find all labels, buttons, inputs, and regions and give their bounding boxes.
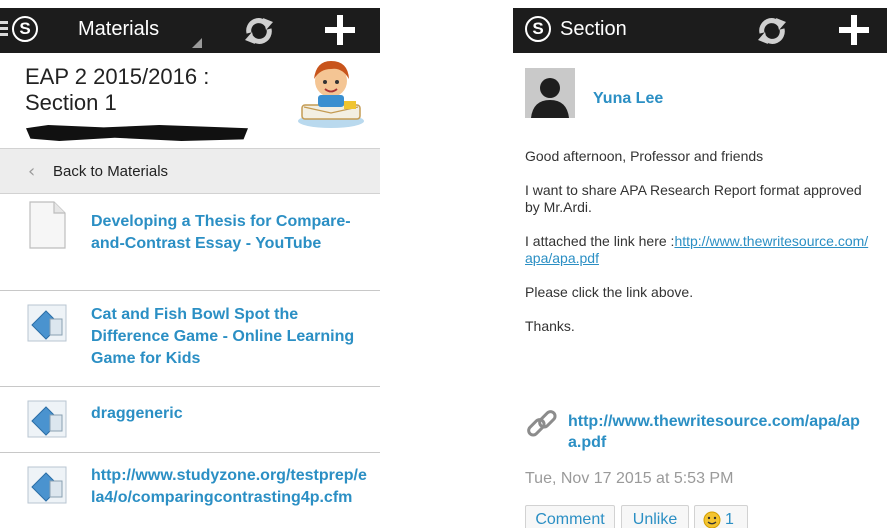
- top-bar: S Section: [513, 8, 887, 53]
- sync-icon[interactable]: [240, 12, 278, 50]
- attachment-link[interactable]: http://www.thewritesource.com/apa/apa.pd…: [568, 411, 873, 453]
- screen-title[interactable]: Materials: [78, 18, 159, 41]
- unlike-button[interactable]: Unlike: [621, 505, 689, 528]
- material-title[interactable]: draggeneric: [91, 403, 371, 425]
- chain-link-icon: [527, 410, 557, 437]
- reading-child-illustration: [298, 61, 364, 128]
- material-title[interactable]: http://www.studyzone.org/testprep/ela4/o…: [91, 465, 371, 509]
- screen-title: Section: [560, 18, 627, 40]
- post-text: I attached the link here :: [525, 233, 675, 249]
- drawer-menu-icon[interactable]: [0, 21, 8, 37]
- back-label: Back to Materials: [53, 163, 169, 180]
- document-icon: [29, 201, 66, 249]
- like-count: 1: [725, 511, 734, 528]
- smile-icon: [703, 511, 721, 528]
- back-to-materials-button[interactable]: ‹ Back to Materials: [0, 148, 380, 194]
- top-bar: S Materials: [0, 8, 380, 53]
- course-header: EAP 2 2015/2016 : Section 1: [0, 53, 380, 148]
- app-logo-icon[interactable]: S: [525, 16, 551, 42]
- post-paragraph: I want to share APA Research Report form…: [525, 182, 862, 215]
- list-item[interactable]: Developing a Thesis for Compare-and-Cont…: [0, 194, 380, 291]
- spinner-caret-icon[interactable]: [192, 38, 202, 48]
- author-name[interactable]: Yuna Lee: [593, 90, 663, 108]
- comment-button[interactable]: Comment: [525, 505, 615, 528]
- course-title: EAP 2 2015/2016 : Section 1: [25, 64, 210, 115]
- list-item[interactable]: draggeneric: [0, 387, 380, 453]
- redacted-text: [26, 125, 248, 141]
- post-paragraph: Please click the link above.: [525, 284, 694, 300]
- app-logo-icon[interactable]: S: [12, 16, 38, 42]
- like-count-button[interactable]: 1: [694, 505, 748, 528]
- web-link-icon: [27, 400, 67, 438]
- web-link-icon: [27, 304, 67, 342]
- add-icon[interactable]: [322, 12, 358, 48]
- post-paragraph: Thanks.: [525, 318, 575, 334]
- material-title[interactable]: Developing a Thesis for Compare-and-Cont…: [91, 211, 371, 255]
- list-item[interactable]: Cat and Fish Bowl Spot the Difference Ga…: [0, 291, 380, 387]
- sync-icon[interactable]: [753, 12, 791, 50]
- add-icon[interactable]: [836, 12, 872, 48]
- materials-screen: S Materials EAP 2 2015/2016 : Section 1: [0, 8, 380, 528]
- chevron-left-icon: ‹: [28, 161, 36, 182]
- section-post-screen: S Section Yuna Lee Good afternoon, Profe…: [513, 8, 887, 528]
- post-paragraph: Good afternoon, Professor and friends: [525, 148, 764, 164]
- post-timestamp: Tue, Nov 17 2015 at 5:53 PM: [525, 470, 734, 487]
- materials-list: Developing a Thesis for Compare-and-Cont…: [0, 194, 380, 528]
- material-title[interactable]: Cat and Fish Bowl Spot the Difference Ga…: [91, 304, 371, 370]
- web-link-icon: [27, 466, 67, 504]
- avatar[interactable]: [525, 68, 575, 118]
- list-item[interactable]: http://www.studyzone.org/testprep/ela4/o…: [0, 453, 380, 528]
- post-body: Good afternoon, Professor and friends I …: [525, 148, 875, 352]
- post-paragraph: I attached the link here :http://www.the…: [525, 233, 875, 267]
- default-avatar-icon: [525, 68, 575, 118]
